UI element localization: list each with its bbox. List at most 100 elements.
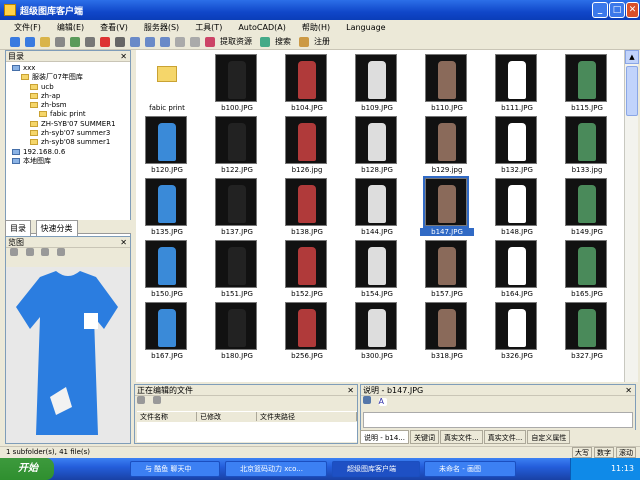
image-thumb[interactable]: b122.JPG [210,116,264,187]
tab-real-file-2[interactable]: 真实文件... [483,430,527,444]
description-text[interactable] [363,412,633,428]
image-thumb[interactable]: b135.JPG [140,178,194,249]
image-thumb[interactable]: b180.JPG [210,302,264,373]
title-bar[interactable]: 超级图库客户端 _ □ ✕ [0,0,640,20]
image-thumb[interactable]: b126.jpg [280,116,334,187]
task-browser[interactable]: 北京篮码动力 xco... [225,461,327,477]
col-filename[interactable]: 文件名称 [137,412,197,421]
image-thumb[interactable]: b326.JPG [490,302,544,373]
image-thumb[interactable]: b100.JPG [210,54,264,125]
menu-help[interactable]: 帮助(H) [302,22,330,33]
folder-thumb[interactable]: fabic print [140,54,194,125]
menu-tools[interactable]: 工具(T) [195,22,222,33]
search-button[interactable]: 搜索 [275,36,291,47]
menu-language[interactable]: Language [346,23,385,32]
register-button[interactable]: 注册 [314,36,330,47]
font-icon[interactable]: A [378,398,387,406]
pane-close-icon[interactable]: ✕ [120,51,127,62]
tab-description[interactable]: 说明 - b14... [360,430,410,444]
tree-item[interactable]: 本地图库 [12,157,130,166]
image-thumb[interactable]: b129.jpg [420,116,474,187]
tree-item[interactable]: ZH-SYB'07 SUMMER1 [12,120,130,129]
image-thumb[interactable]: b150.JPG [140,240,194,311]
maximize-button[interactable]: □ [609,2,625,18]
start-button[interactable]: 开始 [0,458,54,480]
menu-autocad[interactable]: AutoCAD(A) [238,23,286,32]
tree-item[interactable]: ucb [12,83,130,92]
image-thumb[interactable]: b165.JPG [560,240,614,311]
image-thumb[interactable]: b151.JPG [210,240,264,311]
task-paint[interactable]: 未命名 - 画图 [424,461,516,477]
up-folder-icon[interactable] [40,36,50,47]
back-icon[interactable] [10,36,20,47]
editing-list[interactable] [137,422,357,442]
image-thumb[interactable]: b327.JPG [560,302,614,373]
edit-remove-icon[interactable] [152,396,161,404]
image-thumb[interactable]: b128.JPG [350,116,404,187]
tree-item[interactable]: xxx [12,64,130,73]
image-thumb[interactable]: b104.JPG [280,54,334,125]
editing-close-icon[interactable]: ✕ [347,385,354,396]
view-icon[interactable] [175,36,185,47]
scroll-up-icon[interactable]: ▲ [625,50,639,64]
minimize-button[interactable]: _ [592,2,608,18]
tab-custom-properties[interactable]: 自定义属性 [527,430,571,444]
scroll-thumb[interactable] [626,66,638,116]
tree-item[interactable]: zh-syb'08 summer1 [12,138,130,147]
image-thumb[interactable]: b147.JPG [420,176,474,249]
zoom-in-icon[interactable] [10,248,18,256]
tree-item[interactable]: zh-syb'07 summer3 [12,129,130,138]
menu-edit[interactable]: 编辑(E) [57,22,84,33]
new-folder-icon[interactable] [55,36,65,47]
edit-open-icon[interactable] [137,396,145,404]
thumbnail-scrollbar[interactable]: ▲ [624,50,639,382]
task-gallery-client[interactable]: 超级图库客户端 [332,461,420,477]
tree-item[interactable]: fabic print [12,110,130,119]
zoom-out-icon[interactable] [25,248,34,256]
sort-icon[interactable] [190,36,200,47]
cut-icon[interactable] [130,36,140,47]
image-thumb[interactable]: b157.JPG [420,240,474,311]
preview-close-icon[interactable]: ✕ [120,237,127,248]
fit-icon[interactable] [41,248,50,256]
description-close-icon[interactable]: ✕ [625,385,632,396]
menu-view[interactable]: 查看(V) [100,22,128,33]
col-modified[interactable]: 已修改 [197,412,257,421]
image-thumb[interactable]: b152.JPG [280,240,334,311]
save-icon[interactable] [363,396,371,404]
tree-item[interactable]: zh-bsm [12,101,130,110]
rotate-icon[interactable] [56,248,65,256]
forward-icon[interactable] [25,36,35,47]
task-chat[interactable]: 与 酷鱼 聊天中 [130,461,220,477]
tree-item[interactable]: 192.168.0.6 [12,148,130,157]
extract-button[interactable]: 提取资源 [220,36,252,47]
menu-file[interactable]: 文件(F) [14,22,41,33]
image-thumb[interactable]: b144.JPG [350,178,404,249]
image-thumb[interactable]: b132.JPG [490,116,544,187]
tab-keywords[interactable]: 关键词 [410,430,440,444]
image-thumb[interactable]: b138.JPG [280,178,334,249]
paste-icon[interactable] [160,36,170,47]
image-thumb[interactable]: b154.JPG [350,240,404,311]
image-thumb[interactable]: b318.JPG [420,302,474,373]
image-thumb[interactable]: b167.JPG [140,302,194,373]
delete-icon[interactable] [100,36,110,47]
image-thumb[interactable]: b149.JPG [560,178,614,249]
close-button[interactable]: ✕ [626,2,639,18]
tab-real-file-1[interactable]: 真实文件... [440,430,483,444]
image-thumb[interactable]: b110.JPG [420,54,474,125]
clock[interactable]: 11:13 [611,464,634,473]
image-thumb[interactable]: b111.JPG [490,54,544,125]
image-thumb[interactable]: b256.JPG [280,302,334,373]
image-thumb[interactable]: b137.JPG [210,178,264,249]
tab-quick-category[interactable]: 快速分类 [35,220,78,236]
image-thumb[interactable]: b164.JPG [490,240,544,311]
tab-directory[interactable]: 目录 [5,220,31,236]
properties-icon[interactable] [85,36,95,47]
image-thumb[interactable]: b120.JPG [140,116,194,187]
image-thumb[interactable]: b148.JPG [490,178,544,249]
refresh-icon[interactable] [70,36,80,47]
tree-item[interactable]: 服装厂07年图库 [12,73,130,82]
col-folder-path[interactable]: 文件夹路径 [257,412,357,421]
tree-item[interactable]: zh-ap [12,92,130,101]
